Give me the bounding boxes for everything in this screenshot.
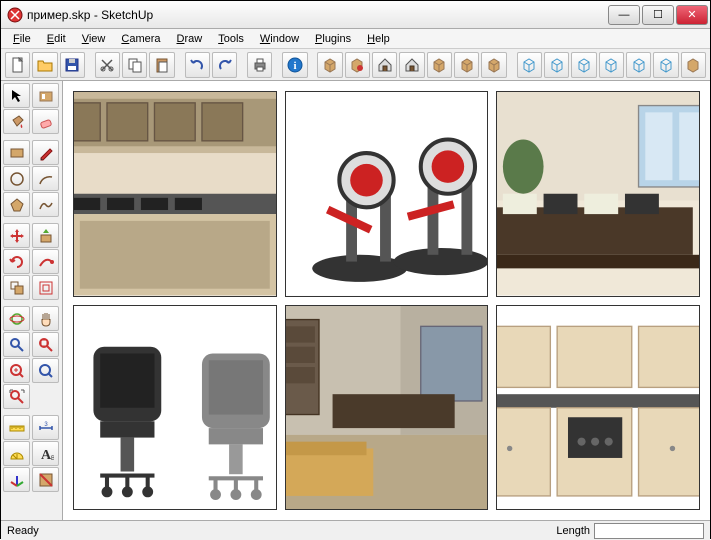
protractor-tool[interactable]: [3, 441, 30, 466]
rectangle-tool[interactable]: [3, 140, 30, 165]
minimize-button[interactable]: —: [608, 5, 640, 25]
box-3-icon[interactable]: [427, 52, 452, 78]
menu-help[interactable]: Help: [359, 31, 398, 47]
menu-draw[interactable]: Draw: [169, 31, 211, 47]
line-tool[interactable]: [32, 140, 59, 165]
rotate-tool[interactable]: [3, 249, 30, 274]
menu-camera[interactable]: Camera: [113, 31, 168, 47]
scale-tool[interactable]: [3, 275, 30, 300]
house-2-icon[interactable]: [399, 52, 424, 78]
zoom-tool[interactable]: [3, 332, 30, 357]
view-top-icon[interactable]: [544, 52, 569, 78]
component-tool[interactable]: [32, 83, 59, 108]
maximize-button[interactable]: ☐: [642, 5, 674, 25]
section-tool[interactable]: [32, 467, 59, 492]
box-5-icon[interactable]: [481, 52, 506, 78]
scene-office-chairs[interactable]: [73, 305, 277, 511]
close-button[interactable]: ✕: [676, 5, 708, 25]
scene-office[interactable]: [285, 305, 489, 511]
menu-edit[interactable]: Edit: [39, 31, 74, 47]
viewport[interactable]: [63, 81, 710, 520]
save-icon[interactable]: [60, 52, 85, 78]
print-icon[interactable]: [247, 52, 272, 78]
arc-tool[interactable]: [32, 166, 59, 191]
orbit-tool[interactable]: [3, 306, 30, 331]
view-iso-icon[interactable]: [517, 52, 542, 78]
view-back-icon[interactable]: [626, 52, 651, 78]
zoom-extents-tool[interactable]: [3, 384, 30, 409]
open-icon[interactable]: [32, 52, 57, 78]
box-1-icon[interactable]: [317, 52, 342, 78]
copy-icon[interactable]: [122, 52, 147, 78]
pan-tool[interactable]: [32, 306, 59, 331]
scene-kitchen[interactable]: [73, 91, 277, 297]
view-left-icon[interactable]: [653, 52, 678, 78]
measurement-input[interactable]: [594, 523, 704, 539]
model-info-icon[interactable]: [282, 52, 307, 78]
house-1-icon[interactable]: [372, 52, 397, 78]
undo-icon[interactable]: [185, 52, 210, 78]
new-icon[interactable]: [5, 52, 30, 78]
statusbar: Ready Length: [1, 520, 710, 540]
view-next-icon[interactable]: [681, 52, 706, 78]
status-ready: Ready: [7, 525, 556, 537]
select-tool[interactable]: [3, 83, 30, 108]
push-pull-tool[interactable]: [32, 223, 59, 248]
text-tool[interactable]: [32, 441, 59, 466]
cut-icon[interactable]: [95, 52, 120, 78]
freehand-tool[interactable]: [32, 192, 59, 217]
previous-tool[interactable]: [3, 358, 30, 383]
offset-tool[interactable]: [32, 275, 59, 300]
toolbar-top: [1, 49, 710, 81]
app-icon: [7, 7, 23, 23]
menu-window[interactable]: Window: [252, 31, 307, 47]
tool-sidebar: [1, 81, 63, 520]
menubar: FileEditViewCameraDrawToolsWindowPlugins…: [1, 29, 710, 49]
window-title: пример.skp - SketchUp: [27, 8, 608, 22]
scene-cabinets[interactable]: [496, 305, 700, 511]
box-4-icon[interactable]: [454, 52, 479, 78]
axes-tool[interactable]: [3, 467, 30, 492]
titlebar: пример.skp - SketchUp — ☐ ✕: [1, 1, 710, 29]
paint-bucket-tool[interactable]: [3, 109, 30, 134]
circle-tool[interactable]: [3, 166, 30, 191]
eraser-tool[interactable]: [32, 109, 59, 134]
menu-plugins[interactable]: Plugins: [307, 31, 359, 47]
view-front-icon[interactable]: [571, 52, 596, 78]
view-right-icon[interactable]: [599, 52, 624, 78]
next-tool[interactable]: [32, 358, 59, 383]
menu-file[interactable]: File: [5, 31, 39, 47]
scene-living-room[interactable]: [496, 91, 700, 297]
zoom-window-tool[interactable]: [32, 332, 59, 357]
move-tool[interactable]: [3, 223, 30, 248]
scene-elliptical[interactable]: [285, 91, 489, 297]
polygon-tool[interactable]: [3, 192, 30, 217]
redo-icon[interactable]: [212, 52, 237, 78]
menu-view[interactable]: View: [74, 31, 114, 47]
menu-tools[interactable]: Tools: [210, 31, 252, 47]
status-length-label: Length: [556, 525, 590, 537]
follow-me-tool[interactable]: [32, 249, 59, 274]
tape-measure-tool[interactable]: [3, 415, 30, 440]
box-2-icon[interactable]: [345, 52, 370, 78]
dimension-tool[interactable]: [32, 415, 59, 440]
paste-icon[interactable]: [149, 52, 174, 78]
